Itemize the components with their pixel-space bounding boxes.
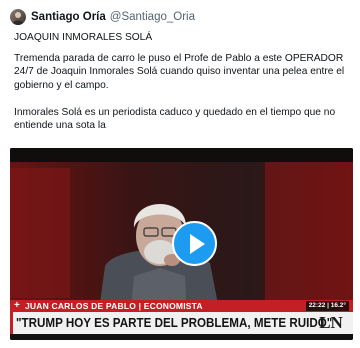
video-player[interactable]: + JUAN CARLOS DE PABLO | ECONOMISTA 22:2… <box>10 148 353 340</box>
plus-icon: + <box>14 300 20 311</box>
tweet-header: Santiago Oría @Santiago_Oria <box>10 8 195 26</box>
bottom-strip <box>10 334 353 340</box>
play-button[interactable] <box>172 221 217 266</box>
ln-logo: LN <box>319 313 343 332</box>
play-triangle-icon <box>189 233 205 254</box>
speaker-name: JUAN CARLOS DE PABLO | ECONOMISTA <box>25 301 203 311</box>
avatar[interactable] <box>10 9 26 25</box>
author-handle[interactable]: @Santiago_Oria <box>110 11 195 23</box>
headline-accent <box>10 312 13 334</box>
headline-text: "TRUMP HOY ES PARTE DEL PROBLEMA, METE R… <box>16 316 333 330</box>
speaker-name-bar: + JUAN CARLOS DE PABLO | ECONOMISTA 22:2… <box>10 300 353 312</box>
author-display-name[interactable]: Santiago Oría <box>31 11 106 23</box>
tweet-text-title: JOAQUIN INMORALES SOLÁ <box>14 32 153 43</box>
news-lower-third: + JUAN CARLOS DE PABLO | ECONOMISTA 22:2… <box>10 300 353 340</box>
tweet-text-paragraph-1: Tremenda parada de carro le puso el Prof… <box>14 53 345 91</box>
clock-temperature: 22:22 | 16.2° <box>305 301 349 311</box>
headline-bar: "TRUMP HOY ES PARTE DEL PROBLEMA, METE R… <box>10 312 353 334</box>
tweet-text-paragraph-2: Inmorales Solá es un periodista caduco y… <box>14 107 336 132</box>
